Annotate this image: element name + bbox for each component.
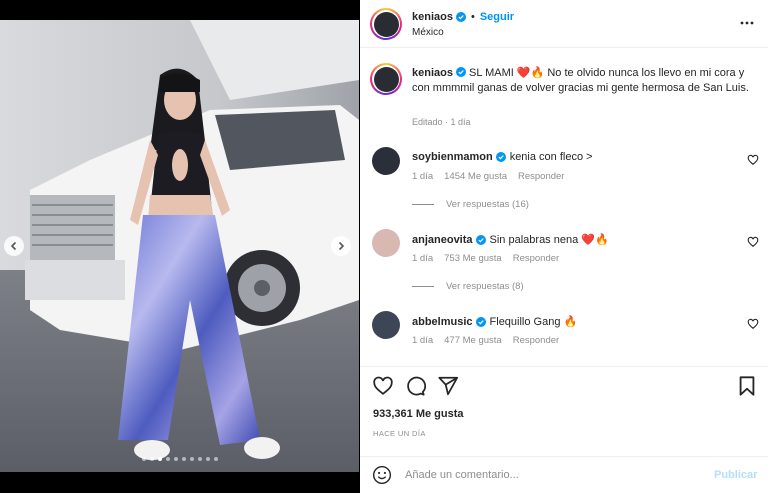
caption-avatar[interactable] <box>370 63 402 95</box>
author-username[interactable]: keniaos <box>412 11 453 23</box>
comment-likes[interactable]: 477 Me gusta <box>444 335 502 346</box>
replies-divider <box>412 286 434 287</box>
carousel-dot <box>141 457 146 461</box>
carousel-dot <box>197 457 202 461</box>
verified-badge-icon <box>455 12 466 22</box>
carousel-dot <box>173 457 178 461</box>
chevron-right-icon <box>338 241 345 251</box>
caption: keniaos SL MAMI ❤️🔥 No te olvido nunca l… <box>412 66 760 95</box>
carousel-dot <box>205 457 210 461</box>
carousel-dot <box>189 457 194 461</box>
post-photo[interactable] <box>0 20 359 472</box>
carousel-dot <box>181 457 186 461</box>
comment-input[interactable] <box>405 465 705 485</box>
carousel-dot <box>149 457 154 461</box>
commenter-avatar[interactable] <box>372 311 400 339</box>
verified-badge-icon <box>475 234 486 245</box>
verified-badge-icon <box>475 316 486 327</box>
carousel-dot <box>165 457 170 461</box>
comment-age: 1 día <box>412 171 434 182</box>
post-media <box>0 0 359 493</box>
caption-meta: Editado · 1 día <box>412 117 471 127</box>
view-replies-button[interactable]: Ver respuestas (8) <box>412 281 524 292</box>
save-bookmark-icon[interactable] <box>736 375 758 397</box>
commenter-avatar[interactable] <box>372 229 400 257</box>
comment-likes[interactable]: 1454 Me gusta <box>444 171 507 182</box>
verified-badge-icon <box>495 152 506 162</box>
comment-text: Sin palabras nena ❤️🔥 <box>489 234 609 246</box>
reply-button[interactable]: Responder <box>513 335 559 346</box>
more-options-icon[interactable] <box>740 16 754 30</box>
view-replies-label: Ver respuestas (8) <box>446 281 524 292</box>
comment-like-heart-icon[interactable] <box>747 236 759 248</box>
comment-age: 1 día <box>412 335 434 346</box>
verified-badge-icon <box>455 67 466 77</box>
emoji-icon[interactable] <box>372 465 392 485</box>
action-bar <box>360 366 768 404</box>
reply-button[interactable]: Responder <box>513 253 559 264</box>
commenter-avatar[interactable] <box>372 147 400 175</box>
carousel-dot <box>157 457 162 461</box>
reply-button[interactable]: Responder <box>518 171 564 182</box>
post-location[interactable]: México <box>412 27 444 38</box>
comment-like-heart-icon[interactable] <box>747 318 759 330</box>
post-details-panel: keniaos • Seguir México keniaos SL MAMI … <box>360 0 768 493</box>
commenter-username[interactable]: anjaneovita <box>412 234 473 246</box>
separator-dot: • <box>470 11 475 23</box>
view-replies-label: Ver respuestas (16) <box>446 199 529 210</box>
comments-scroll-area[interactable]: keniaos SL MAMI ❤️🔥 No te olvido nunca l… <box>360 49 768 366</box>
comment-age: 1 día <box>412 253 434 264</box>
comment-item: abbelmusic Flequillo Gang 🔥 1 día 477 Me… <box>360 311 768 366</box>
comment-text: Flequillo Gang 🔥 <box>489 316 578 328</box>
like-heart-icon[interactable] <box>372 375 394 397</box>
comment-text: kenia con fleco > <box>509 151 593 163</box>
comment-item: anjaneovita Sin palabras nena ❤️🔥 1 día … <box>360 229 768 309</box>
carousel-next-button[interactable] <box>331 236 351 256</box>
caption-username[interactable]: keniaos <box>412 67 453 79</box>
carousel-dot <box>213 457 218 461</box>
chevron-left-icon <box>10 241 17 251</box>
comment-composer: Publicar <box>360 456 768 493</box>
photo-illustration <box>0 20 359 472</box>
likes-count[interactable]: 933,361 Me gusta <box>373 408 464 420</box>
commenter-username[interactable]: soybienmamon <box>412 151 493 163</box>
post-timestamp: HACE UN DÍA <box>373 429 426 438</box>
comment-likes[interactable]: 753 Me gusta <box>444 253 502 264</box>
share-icon[interactable] <box>437 375 459 397</box>
publish-button[interactable]: Publicar <box>714 469 757 481</box>
comment-like-heart-icon[interactable] <box>747 154 759 166</box>
follow-button[interactable]: Seguir <box>480 11 514 23</box>
comment-icon[interactable] <box>404 375 426 397</box>
comment-item: soybienmamon kenia con fleco > 1 día 145… <box>360 147 768 227</box>
carousel-indicator <box>0 457 359 461</box>
view-replies-button[interactable]: Ver respuestas (16) <box>412 199 529 210</box>
author-avatar[interactable] <box>370 8 402 40</box>
post-header: keniaos • Seguir México <box>360 0 768 48</box>
carousel-prev-button[interactable] <box>4 236 24 256</box>
replies-divider <box>412 204 434 205</box>
commenter-username[interactable]: abbelmusic <box>412 316 473 328</box>
